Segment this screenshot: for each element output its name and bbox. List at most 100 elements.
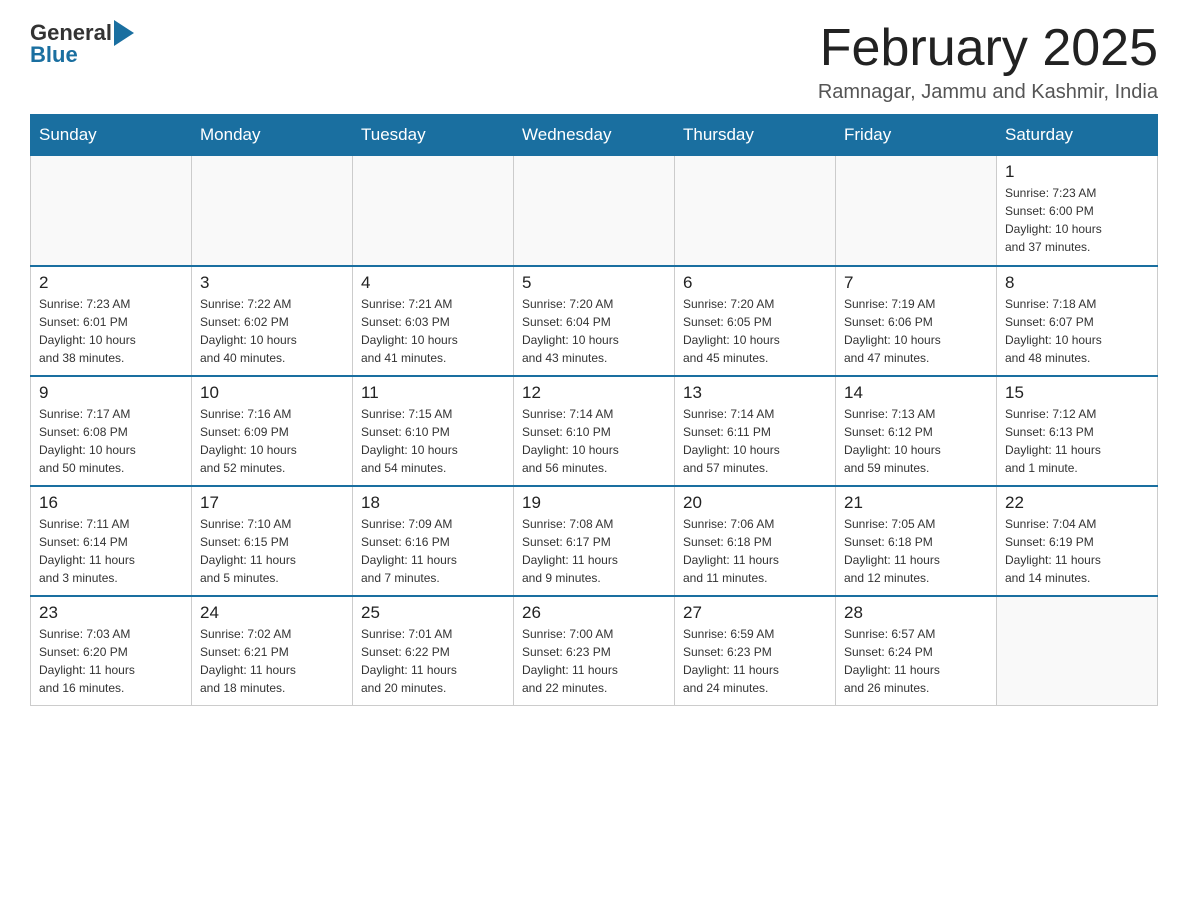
calendar-day-cell: 3Sunrise: 7:22 AM Sunset: 6:02 PM Daylig…: [192, 266, 353, 376]
day-number: 2: [39, 273, 183, 293]
calendar-day-cell: [997, 596, 1158, 706]
calendar-day-cell: [514, 156, 675, 266]
calendar-day-cell: 1Sunrise: 7:23 AM Sunset: 6:00 PM Daylig…: [997, 156, 1158, 266]
day-number: 15: [1005, 383, 1149, 403]
day-info: Sunrise: 7:20 AM Sunset: 6:05 PM Dayligh…: [683, 295, 827, 367]
day-number: 27: [683, 603, 827, 623]
day-info: Sunrise: 7:16 AM Sunset: 6:09 PM Dayligh…: [200, 405, 344, 477]
logo-icon: [112, 20, 136, 46]
calendar-day-cell: [675, 156, 836, 266]
calendar-day-cell: 13Sunrise: 7:14 AM Sunset: 6:11 PM Dayli…: [675, 376, 836, 486]
calendar-header-row: SundayMondayTuesdayWednesdayThursdayFrid…: [31, 115, 1158, 156]
calendar-week-row: 9Sunrise: 7:17 AM Sunset: 6:08 PM Daylig…: [31, 376, 1158, 486]
day-info: Sunrise: 6:59 AM Sunset: 6:23 PM Dayligh…: [683, 625, 827, 697]
calendar-day-cell: 7Sunrise: 7:19 AM Sunset: 6:06 PM Daylig…: [836, 266, 997, 376]
calendar-day-cell: 5Sunrise: 7:20 AM Sunset: 6:04 PM Daylig…: [514, 266, 675, 376]
calendar-day-cell: 20Sunrise: 7:06 AM Sunset: 6:18 PM Dayli…: [675, 486, 836, 596]
day-info: Sunrise: 7:14 AM Sunset: 6:11 PM Dayligh…: [683, 405, 827, 477]
day-info: Sunrise: 7:11 AM Sunset: 6:14 PM Dayligh…: [39, 515, 183, 587]
calendar-day-cell: 15Sunrise: 7:12 AM Sunset: 6:13 PM Dayli…: [997, 376, 1158, 486]
day-info: Sunrise: 7:19 AM Sunset: 6:06 PM Dayligh…: [844, 295, 988, 367]
calendar-day-cell: [192, 156, 353, 266]
day-info: Sunrise: 7:06 AM Sunset: 6:18 PM Dayligh…: [683, 515, 827, 587]
day-header-monday: Monday: [192, 115, 353, 156]
day-number: 10: [200, 383, 344, 403]
day-number: 1: [1005, 162, 1149, 182]
page-header: General Blue February 2025 Ramnagar, Jam…: [30, 20, 1158, 104]
day-number: 22: [1005, 493, 1149, 513]
calendar-day-cell: [353, 156, 514, 266]
day-info: Sunrise: 7:00 AM Sunset: 6:23 PM Dayligh…: [522, 625, 666, 697]
day-number: 23: [39, 603, 183, 623]
day-info: Sunrise: 7:03 AM Sunset: 6:20 PM Dayligh…: [39, 625, 183, 697]
day-header-tuesday: Tuesday: [353, 115, 514, 156]
day-header-saturday: Saturday: [997, 115, 1158, 156]
day-number: 3: [200, 273, 344, 293]
day-info: Sunrise: 7:09 AM Sunset: 6:16 PM Dayligh…: [361, 515, 505, 587]
day-info: Sunrise: 7:23 AM Sunset: 6:00 PM Dayligh…: [1005, 184, 1149, 256]
calendar-day-cell: 24Sunrise: 7:02 AM Sunset: 6:21 PM Dayli…: [192, 596, 353, 706]
calendar-day-cell: 16Sunrise: 7:11 AM Sunset: 6:14 PM Dayli…: [31, 486, 192, 596]
calendar-day-cell: [31, 156, 192, 266]
calendar-day-cell: 10Sunrise: 7:16 AM Sunset: 6:09 PM Dayli…: [192, 376, 353, 486]
calendar-day-cell: 22Sunrise: 7:04 AM Sunset: 6:19 PM Dayli…: [997, 486, 1158, 596]
day-number: 28: [844, 603, 988, 623]
calendar-week-row: 16Sunrise: 7:11 AM Sunset: 6:14 PM Dayli…: [31, 486, 1158, 596]
calendar-day-cell: 11Sunrise: 7:15 AM Sunset: 6:10 PM Dayli…: [353, 376, 514, 486]
calendar-day-cell: 8Sunrise: 7:18 AM Sunset: 6:07 PM Daylig…: [997, 266, 1158, 376]
calendar-day-cell: 25Sunrise: 7:01 AM Sunset: 6:22 PM Dayli…: [353, 596, 514, 706]
day-number: 4: [361, 273, 505, 293]
day-info: Sunrise: 7:12 AM Sunset: 6:13 PM Dayligh…: [1005, 405, 1149, 477]
day-number: 9: [39, 383, 183, 403]
title-block: February 2025 Ramnagar, Jammu and Kashmi…: [818, 20, 1158, 104]
calendar-subtitle: Ramnagar, Jammu and Kashmir, India: [818, 81, 1158, 104]
day-info: Sunrise: 7:04 AM Sunset: 6:19 PM Dayligh…: [1005, 515, 1149, 587]
day-header-friday: Friday: [836, 115, 997, 156]
day-number: 18: [361, 493, 505, 513]
day-number: 25: [361, 603, 505, 623]
day-info: Sunrise: 7:15 AM Sunset: 6:10 PM Dayligh…: [361, 405, 505, 477]
calendar-day-cell: 18Sunrise: 7:09 AM Sunset: 6:16 PM Dayli…: [353, 486, 514, 596]
calendar-day-cell: 26Sunrise: 7:00 AM Sunset: 6:23 PM Dayli…: [514, 596, 675, 706]
day-number: 7: [844, 273, 988, 293]
day-info: Sunrise: 7:08 AM Sunset: 6:17 PM Dayligh…: [522, 515, 666, 587]
calendar-day-cell: 4Sunrise: 7:21 AM Sunset: 6:03 PM Daylig…: [353, 266, 514, 376]
logo-blue-text: Blue: [30, 42, 78, 67]
calendar-week-row: 23Sunrise: 7:03 AM Sunset: 6:20 PM Dayli…: [31, 596, 1158, 706]
day-info: Sunrise: 7:02 AM Sunset: 6:21 PM Dayligh…: [200, 625, 344, 697]
day-info: Sunrise: 6:57 AM Sunset: 6:24 PM Dayligh…: [844, 625, 988, 697]
logo: General Blue: [30, 20, 136, 68]
day-info: Sunrise: 7:13 AM Sunset: 6:12 PM Dayligh…: [844, 405, 988, 477]
day-number: 16: [39, 493, 183, 513]
calendar-day-cell: 23Sunrise: 7:03 AM Sunset: 6:20 PM Dayli…: [31, 596, 192, 706]
day-header-wednesday: Wednesday: [514, 115, 675, 156]
calendar-day-cell: 27Sunrise: 6:59 AM Sunset: 6:23 PM Dayli…: [675, 596, 836, 706]
day-info: Sunrise: 7:18 AM Sunset: 6:07 PM Dayligh…: [1005, 295, 1149, 367]
day-info: Sunrise: 7:23 AM Sunset: 6:01 PM Dayligh…: [39, 295, 183, 367]
day-number: 24: [200, 603, 344, 623]
day-number: 8: [1005, 273, 1149, 293]
day-number: 19: [522, 493, 666, 513]
calendar-day-cell: 9Sunrise: 7:17 AM Sunset: 6:08 PM Daylig…: [31, 376, 192, 486]
calendar-day-cell: 28Sunrise: 6:57 AM Sunset: 6:24 PM Dayli…: [836, 596, 997, 706]
calendar-day-cell: 6Sunrise: 7:20 AM Sunset: 6:05 PM Daylig…: [675, 266, 836, 376]
day-info: Sunrise: 7:22 AM Sunset: 6:02 PM Dayligh…: [200, 295, 344, 367]
calendar-day-cell: 17Sunrise: 7:10 AM Sunset: 6:15 PM Dayli…: [192, 486, 353, 596]
day-info: Sunrise: 7:01 AM Sunset: 6:22 PM Dayligh…: [361, 625, 505, 697]
day-number: 20: [683, 493, 827, 513]
day-number: 21: [844, 493, 988, 513]
day-number: 26: [522, 603, 666, 623]
day-info: Sunrise: 7:20 AM Sunset: 6:04 PM Dayligh…: [522, 295, 666, 367]
day-number: 6: [683, 273, 827, 293]
day-info: Sunrise: 7:10 AM Sunset: 6:15 PM Dayligh…: [200, 515, 344, 587]
day-number: 13: [683, 383, 827, 403]
day-number: 12: [522, 383, 666, 403]
day-number: 17: [200, 493, 344, 513]
calendar-day-cell: 14Sunrise: 7:13 AM Sunset: 6:12 PM Dayli…: [836, 376, 997, 486]
day-info: Sunrise: 7:14 AM Sunset: 6:10 PM Dayligh…: [522, 405, 666, 477]
calendar-week-row: 1Sunrise: 7:23 AM Sunset: 6:00 PM Daylig…: [31, 156, 1158, 266]
calendar-day-cell: 21Sunrise: 7:05 AM Sunset: 6:18 PM Dayli…: [836, 486, 997, 596]
calendar-title: February 2025: [818, 20, 1158, 77]
day-info: Sunrise: 7:05 AM Sunset: 6:18 PM Dayligh…: [844, 515, 988, 587]
calendar-table: SundayMondayTuesdayWednesdayThursdayFrid…: [30, 114, 1158, 706]
